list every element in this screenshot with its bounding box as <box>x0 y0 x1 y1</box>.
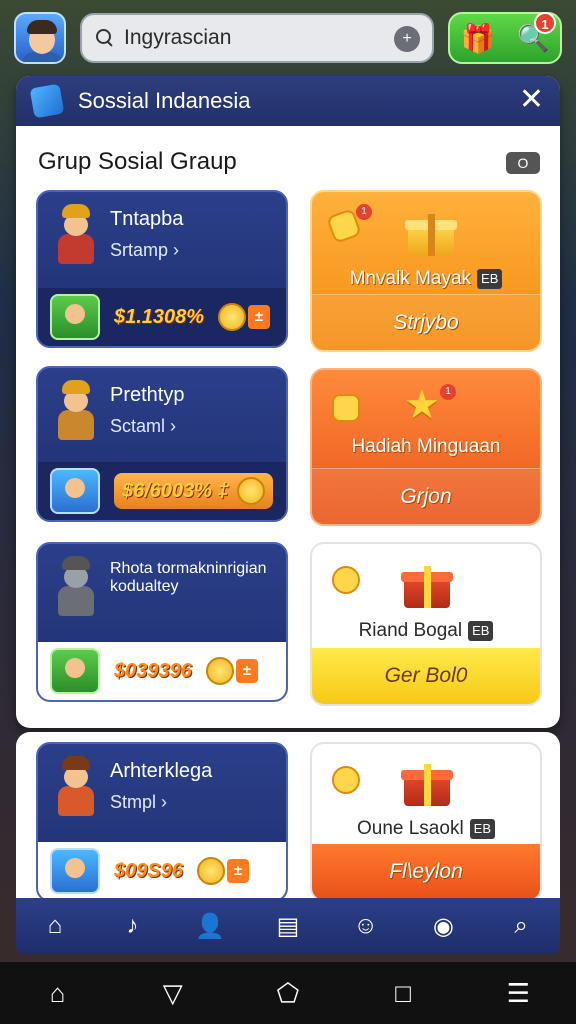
group-name: Prethtyp <box>110 384 185 406</box>
star-icon: ★ <box>404 383 440 427</box>
character-thumbnail <box>50 294 100 340</box>
character-thumbnail <box>50 648 100 694</box>
camera-icon[interactable]: ◉ <box>423 912 463 941</box>
section-heading: Grup Sosial Graup <box>38 148 237 175</box>
group-subtitle: Srtamp › <box>110 240 180 260</box>
reward-button[interactable]: Ger Bol0 <box>312 648 540 704</box>
reward-button[interactable]: Strjybo <box>312 294 540 350</box>
gift-box-icon <box>401 566 453 608</box>
plus-button[interactable]: ± <box>248 305 271 329</box>
friends-icon[interactable]: ☺ <box>346 912 386 940</box>
notification-badge: 1 <box>534 12 556 34</box>
group-name: Tntapba <box>110 208 184 230</box>
coin-icon <box>196 857 225 885</box>
search-icon[interactable]: ⌕ <box>501 912 541 940</box>
group-name: Rhota tormakninrigian kodualtey <box>110 560 267 595</box>
notification-dot: 1 <box>440 384 456 400</box>
coin-icon <box>218 303 247 331</box>
reward-tag: EB <box>469 818 496 839</box>
price-pill: $6/6003% ‡ <box>114 473 273 509</box>
close-button[interactable]: ✕ <box>519 85 544 115</box>
reward-card[interactable]: ★ 1 Hadiah Minguaan Grjon <box>310 368 542 526</box>
character-icon <box>54 380 98 442</box>
search-icon <box>94 27 116 49</box>
second-panel: Arhterklega Stmpl › $09S96 ± Oune Lsaokl… <box>16 732 560 902</box>
character-icon <box>54 204 98 266</box>
gift-box-icon <box>405 214 457 256</box>
panel-title: Sossial Indanesia <box>78 88 251 113</box>
clear-search-button[interactable]: + <box>394 26 420 52</box>
price-label: $039396 <box>114 659 192 682</box>
card-footer: $09S96 ± <box>38 842 286 900</box>
section-tag[interactable]: O <box>506 152 540 174</box>
group-card[interactable]: Prethtyp Sctaml › $6/6003% ‡ <box>36 366 288 522</box>
cube-icon <box>29 83 65 119</box>
recents-icon[interactable]: □ <box>378 978 428 1009</box>
system-nav-bar: ⌂ ▽ ⬠ □ ☰ <box>0 962 576 1024</box>
reward-title: Riand Bogal EB <box>312 620 540 642</box>
coin-badge-icon <box>332 566 360 594</box>
star-badge-icon <box>332 394 360 422</box>
card-footer: $1.1308% ± <box>38 288 286 346</box>
reward-card[interactable]: Oune Lsaokl EB Fl\eylon <box>310 742 542 902</box>
back-icon[interactable]: ▽ <box>148 978 198 1009</box>
reward-tag: EB <box>468 620 494 641</box>
plus-button[interactable]: ± <box>235 659 258 683</box>
app-bottom-nav: ⌂ ♪ 👤 ▤ ☺ ◉ ⌕ <box>16 898 560 954</box>
group-name: Arhterklega <box>110 760 213 782</box>
price-label: $6/6003% ‡ <box>122 479 229 502</box>
card-footer: $039396 ± <box>38 642 286 700</box>
price-label: $09S96 <box>114 859 183 882</box>
reward-title: Mnvalk Mayak EB <box>312 268 540 290</box>
reward-tag: EB <box>477 268 503 289</box>
reward-title-text: Mnvalk Mayak <box>349 268 472 289</box>
menu-icon[interactable]: ☰ <box>493 978 543 1009</box>
card-footer: $6/6003% ‡ <box>38 462 286 520</box>
search-text: Ingyrascian <box>124 26 232 49</box>
coin-icon <box>236 477 265 505</box>
coin-badge-icon <box>332 766 360 794</box>
character-icon <box>54 556 98 618</box>
character-thumbnail <box>50 848 100 894</box>
reward-title-text: Oune Lsaokl <box>356 818 464 839</box>
notification-dot: 1 <box>356 204 372 220</box>
search-input[interactable]: Ingyrascian + <box>80 13 434 63</box>
gift-search-button[interactable]: 🎁 🔍 1 <box>448 12 562 64</box>
character-icon <box>54 756 98 818</box>
group-card[interactable]: Tntapba Srtamp › $1.1308% ± <box>36 190 288 348</box>
group-card[interactable]: Rhota tormakninrigian kodualtey $039396 … <box>36 542 288 702</box>
group-subtitle: Sctaml › <box>110 416 177 436</box>
reward-button[interactable]: Fl\eylon <box>312 844 540 900</box>
gift-icon: 🎁 <box>460 22 496 54</box>
avatar-hair <box>27 20 57 34</box>
panel-header: Sossial Indanesia ✕ <box>16 76 560 126</box>
group-subtitle: Stmpl › <box>110 792 168 812</box>
reward-title: Oune Lsaokl EB <box>312 818 540 840</box>
user-icon[interactable]: 👤 <box>190 912 230 941</box>
reward-button[interactable]: Grjon <box>312 468 540 524</box>
coin-icon <box>205 657 234 685</box>
reward-title-text: Riand Bogal <box>358 620 463 641</box>
reward-card[interactable]: Riand Bogal EB Ger Bol0 <box>310 542 542 706</box>
bag-icon[interactable]: ▤ <box>268 912 308 941</box>
reward-title: Hadiah Minguaan <box>351 436 501 457</box>
music-icon[interactable]: ♪ <box>113 912 153 940</box>
avatar[interactable] <box>14 12 66 64</box>
home-icon[interactable]: ⌂ <box>33 978 83 1009</box>
home-circle-icon[interactable]: ⬠ <box>263 978 313 1009</box>
reward-card[interactable]: 1 Mnvalk Mayak EB Strjybo <box>310 190 542 352</box>
social-panel: Sossial Indanesia ✕ Grup Sosial Graup O … <box>16 76 560 728</box>
price-label: $1.1308% <box>114 305 205 328</box>
home-icon[interactable]: ⌂ <box>35 912 75 940</box>
top-bar: Ingyrascian + 🎁 🔍 1 <box>0 0 576 76</box>
gift-box-icon <box>401 764 453 806</box>
character-thumbnail <box>50 468 100 514</box>
group-card[interactable]: Arhterklega Stmpl › $09S96 ± <box>36 742 288 902</box>
plus-button[interactable]: ± <box>226 859 249 883</box>
